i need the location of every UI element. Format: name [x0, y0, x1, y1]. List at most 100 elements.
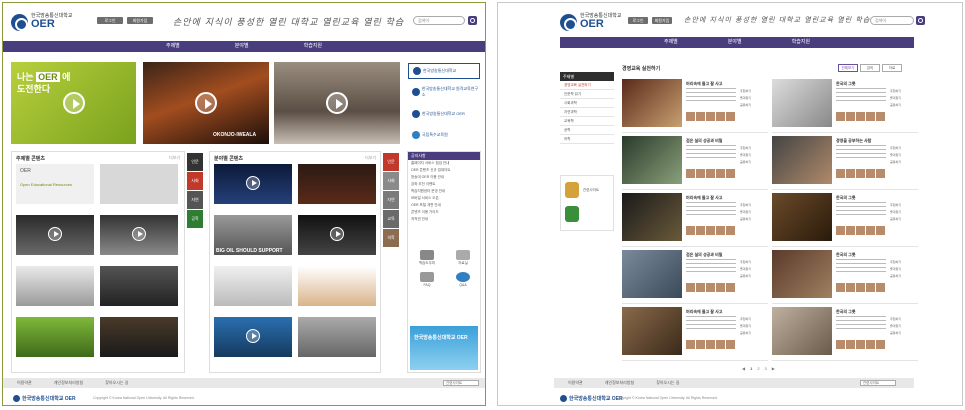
- video-thumb[interactable]: [214, 317, 292, 357]
- card-action[interactable]: 공유하기: [890, 274, 917, 279]
- quick-link[interactable]: 학습도우미: [412, 250, 442, 266]
- card-action[interactable]: 공유하기: [890, 103, 917, 108]
- video-thumb[interactable]: [100, 317, 178, 357]
- quick-link[interactable]: 자료실: [448, 250, 478, 266]
- oer-promo-banner[interactable]: 한국방송통신대학교 OER: [410, 326, 478, 370]
- footer-terms-link[interactable]: 이용약관: [17, 378, 32, 388]
- topic-tab[interactable]: 공학: [187, 210, 203, 228]
- card-thumbnail[interactable]: [622, 250, 682, 298]
- topic-tab[interactable]: 인문: [187, 153, 203, 171]
- sidebar-item[interactable]: 공학: [560, 126, 614, 135]
- card-action[interactable]: 즐겨찾기: [890, 153, 917, 158]
- related-sites-select[interactable]: 관련사이트: [860, 380, 896, 386]
- card-action[interactable]: 즐겨찾기: [890, 210, 917, 215]
- notice-item[interactable]: 학습지원센터 운영 안내: [408, 188, 480, 195]
- site-logo[interactable]: 한국방송통신대학교 OER: [560, 12, 638, 32]
- card-thumbnail[interactable]: [772, 136, 832, 184]
- card-action[interactable]: 추천하기: [890, 260, 917, 265]
- page-number[interactable]: 3: [765, 366, 767, 371]
- topic-tab[interactable]: 사회: [187, 172, 203, 190]
- card-thumbnail[interactable]: [772, 193, 832, 241]
- field-tab[interactable]: 사회: [383, 172, 399, 190]
- card-title[interactable]: 검은 실의 성공과 비밀: [686, 252, 722, 258]
- partner-link[interactable]: 한국방송통신대학교 OER: [408, 106, 480, 122]
- field-tab[interactable]: 교육: [383, 210, 399, 228]
- more-link[interactable]: 더보기: [365, 155, 376, 161]
- field-tab[interactable]: 의학: [383, 229, 399, 247]
- card-action[interactable]: 추천하기: [740, 146, 767, 151]
- topic-tab[interactable]: 자연: [187, 191, 203, 209]
- signup-button[interactable]: 회원가입: [652, 17, 672, 24]
- card-action[interactable]: 추천하기: [890, 317, 917, 322]
- page-number[interactable]: 1: [750, 366, 752, 371]
- hero-banner-hall[interactable]: [274, 62, 400, 144]
- card-action[interactable]: 공유하기: [740, 331, 767, 336]
- card-action[interactable]: 추천하기: [890, 146, 917, 151]
- field-tab[interactable]: 인문: [383, 153, 399, 171]
- card-action[interactable]: 추천하기: [740, 203, 767, 208]
- video-thumb[interactable]: [298, 215, 376, 255]
- next-page-icon[interactable]: ▶: [772, 366, 775, 371]
- nav-support[interactable]: 학습지원: [792, 37, 810, 48]
- tab-material[interactable]: 자료: [882, 64, 902, 72]
- footer-terms-link[interactable]: 이용약관: [568, 378, 583, 388]
- hero-banner-lecture[interactable]: OKONJO-IWEALA: [143, 62, 269, 144]
- search-input[interactable]: 검색어: [870, 16, 914, 25]
- card-action[interactable]: 즐겨찾기: [890, 324, 917, 329]
- tab-lecture[interactable]: 강의: [860, 64, 880, 72]
- card-thumbnail[interactable]: [622, 79, 682, 127]
- card-title[interactable]: 한국의 그릇: [836, 309, 856, 315]
- card-action[interactable]: 즐겨찾기: [740, 153, 767, 158]
- content-card[interactable]: 한국의 그릇 추천하기 즐겨찾기 공유하기: [772, 307, 918, 361]
- nav-topic[interactable]: 주제별: [664, 37, 678, 48]
- search-icon[interactable]: [916, 16, 925, 25]
- card-action[interactable]: 즐겨찾기: [740, 96, 767, 101]
- hero-banner-oer[interactable]: 나는 OER 에 도전한다: [11, 62, 136, 144]
- video-thumb[interactable]: [214, 164, 292, 204]
- card-thumbnail[interactable]: [772, 79, 832, 127]
- notice-item[interactable]: 방송대 OER 이용 안내: [408, 174, 480, 181]
- card-action[interactable]: 즐겨찾기: [890, 96, 917, 101]
- nav-field[interactable]: 분야별: [728, 37, 742, 48]
- search-icon[interactable]: [468, 16, 477, 25]
- content-card[interactable]: 머리속에 들고 잘 사고 추천하기 즐겨찾기 공유하기: [622, 193, 768, 247]
- video-thumb[interactable]: [16, 266, 94, 306]
- site-logo[interactable]: 한국방송통신대학교 OER: [11, 12, 89, 32]
- notice-item[interactable]: OER 포털 개편 안내: [408, 202, 480, 209]
- video-thumb[interactable]: [100, 164, 178, 204]
- video-thumb[interactable]: BIG OIL SHOULD SUPPORT: [214, 215, 292, 255]
- video-thumb[interactable]: [298, 266, 376, 306]
- notice-item[interactable]: 저작권 안내: [408, 216, 480, 223]
- card-action[interactable]: 공유하기: [890, 217, 917, 222]
- footer-location-link[interactable]: 찾아오시는 길: [105, 378, 128, 388]
- card-title[interactable]: 머리속에 들고 잘 사고: [686, 195, 722, 201]
- footer-privacy-link[interactable]: 개인정보처리방침: [605, 378, 634, 388]
- login-button[interactable]: 로그인: [97, 17, 123, 24]
- video-thumb[interactable]: [16, 317, 94, 357]
- card-action[interactable]: 즐겨찾기: [890, 267, 917, 272]
- more-link[interactable]: 더보기: [169, 155, 180, 161]
- signup-button[interactable]: 회원가입: [127, 17, 153, 24]
- sidebar-item[interactable]: 의학: [560, 135, 614, 144]
- card-action[interactable]: 추천하기: [740, 260, 767, 265]
- content-card[interactable]: 머리속에 들고 잘 사고 추천하기 즐겨찾기 공유하기: [622, 79, 768, 133]
- video-thumb[interactable]: [100, 215, 178, 255]
- oer-intro-card[interactable]: OER Open Educational Resources: [16, 164, 94, 204]
- play-icon[interactable]: [63, 92, 85, 114]
- notice-item[interactable]: 모바일 서비스 오픈: [408, 195, 480, 202]
- card-title[interactable]: 한국의 그릇: [836, 195, 856, 201]
- card-action[interactable]: 즐겨찾기: [740, 210, 767, 215]
- content-card[interactable]: 경영을 공부하는 사람 추천하기 즐겨찾기 공유하기: [772, 136, 918, 190]
- video-thumb[interactable]: [214, 266, 292, 306]
- notice-item[interactable]: 홈페이지 서비스 점검 안내: [408, 160, 480, 167]
- prev-page-icon[interactable]: ◀: [742, 366, 745, 371]
- card-title[interactable]: 머리속에 들고 잘 사고: [686, 81, 722, 87]
- notice-item[interactable]: OER 콘텐츠 신규 업데이트: [408, 167, 480, 174]
- video-thumb[interactable]: [298, 317, 376, 357]
- sidebar-item[interactable]: 인문학 읽기: [560, 90, 614, 99]
- content-card[interactable]: 한국의 그릇 추천하기 즐겨찾기 공유하기: [772, 193, 918, 247]
- card-title[interactable]: 한국의 그릇: [836, 81, 856, 87]
- card-thumbnail[interactable]: [772, 307, 832, 355]
- play-icon[interactable]: [326, 92, 348, 114]
- card-action[interactable]: 즐겨찾기: [740, 267, 767, 272]
